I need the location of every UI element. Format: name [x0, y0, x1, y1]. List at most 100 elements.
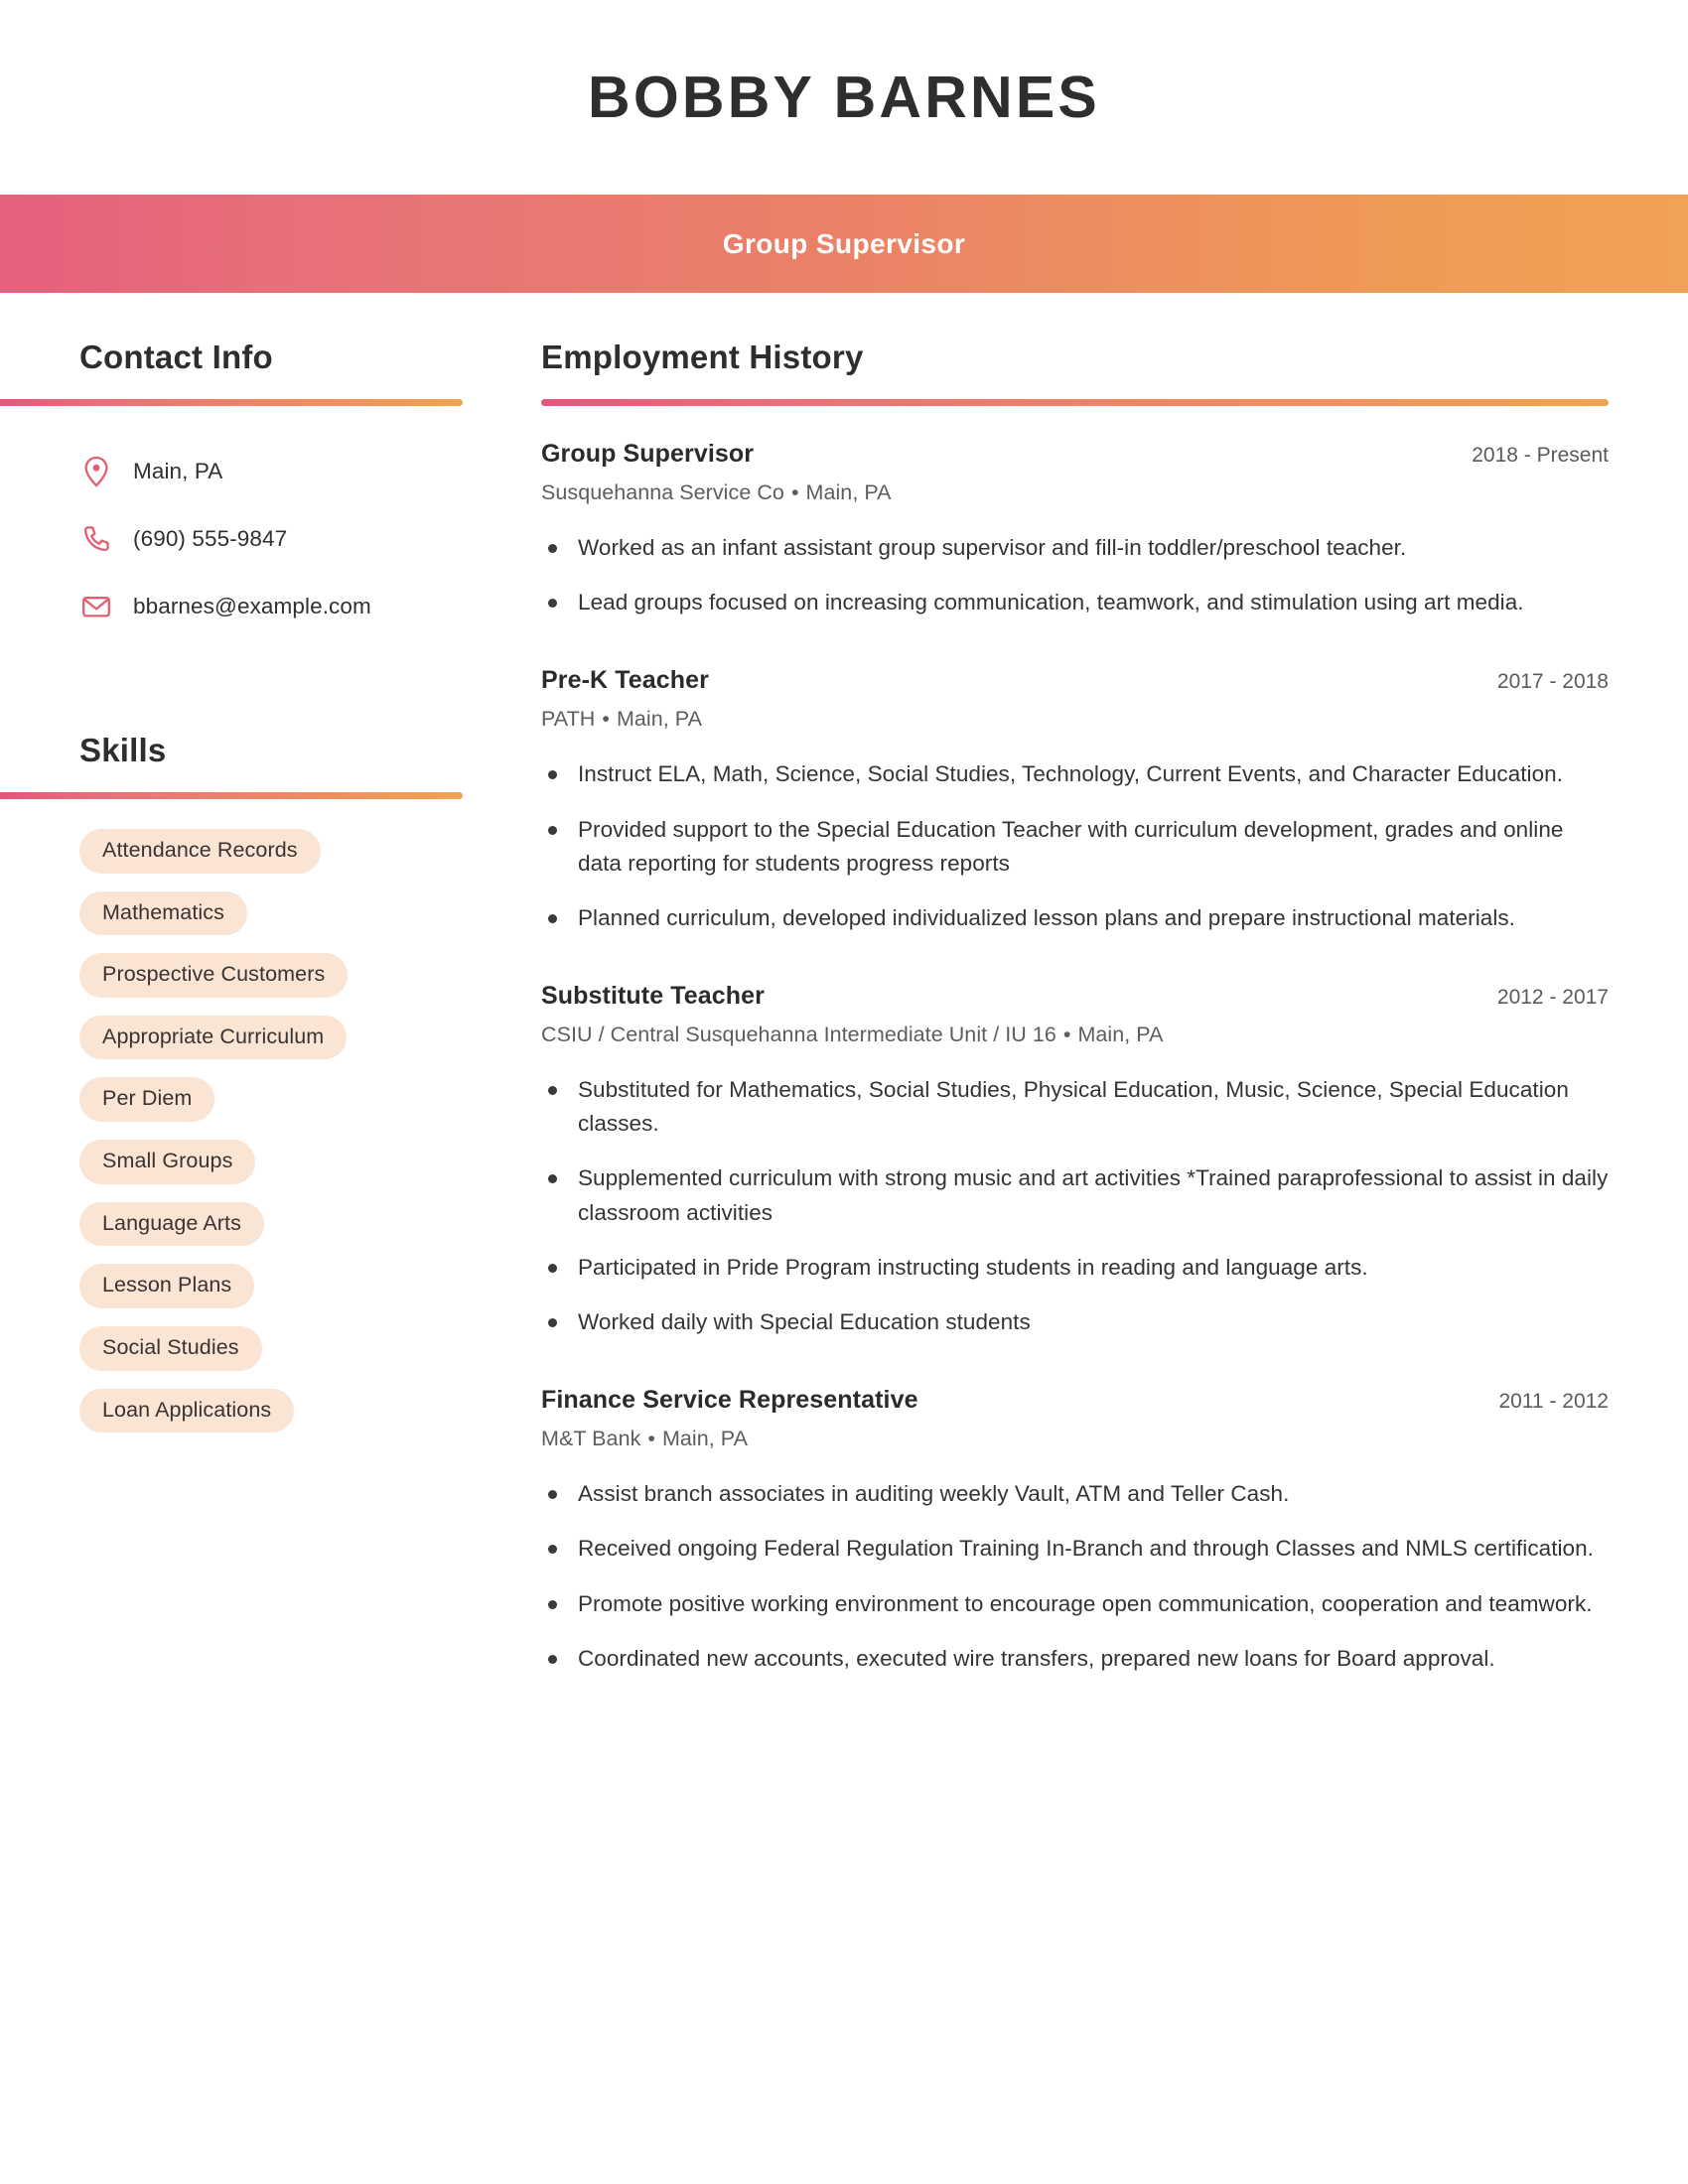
location-pin-icon: [79, 456, 113, 487]
job-location: Main, PA: [616, 707, 702, 732]
skill-chip[interactable]: Lesson Plans: [79, 1264, 255, 1308]
job-company-location: PATH • Main, PA: [541, 707, 1609, 732]
job-company-location: M&T Bank • Main, PA: [541, 1427, 1609, 1451]
job-header: Group Supervisor 2018 - Present: [541, 440, 1609, 469]
job-bullet: Received ongoing Federal Regulation Trai…: [541, 1532, 1609, 1566]
job-bullet: Worked daily with Special Education stud…: [541, 1305, 1609, 1339]
job-title: Group Supervisor: [541, 439, 755, 468]
contact-phone-text: (690) 555-9847: [133, 525, 288, 551]
job-bullets: Instruct ELA, Math, Science, Social Stud…: [541, 757, 1609, 935]
job-company-location: CSIU / Central Susquehanna Intermediate …: [541, 1023, 1609, 1047]
skill-row: Mathematics: [79, 890, 541, 954]
job-bullets: Worked as an infant assistant group supe…: [541, 531, 1609, 619]
job-location: Main, PA: [661, 1427, 748, 1451]
job-bullet: Lead groups focused on increasing commun…: [541, 586, 1609, 619]
job-bullet: Provided support to the Special Educatio…: [541, 813, 1609, 881]
page-title: BOBBY BARNES: [588, 64, 1100, 130]
phone-icon: [79, 524, 113, 554]
job-dates: 2018 - Present: [1472, 443, 1609, 467]
skill-row: Attendance Records: [79, 828, 541, 891]
job-company: CSIU / Central Susquehanna Intermediate …: [541, 1023, 1056, 1047]
skill-chip[interactable]: Social Studies: [79, 1326, 262, 1371]
job-company-location: Susquehanna Service Co • Main, PA: [541, 480, 1609, 505]
job-header: Pre-K Teacher 2017 - 2018: [541, 666, 1609, 695]
skill-chip[interactable]: Appropriate Curriculum: [79, 1015, 348, 1060]
job-dates: 2017 - 2018: [1496, 670, 1609, 694]
section-divider: [0, 791, 463, 799]
contact-item-phone[interactable]: (690) 555-9847: [79, 505, 541, 573]
skill-row: Small Groups: [79, 1140, 541, 1202]
job-bullet: Supplemented curriculum with strong musi…: [541, 1161, 1609, 1229]
contact-item-location[interactable]: Main, PA: [79, 438, 541, 505]
job-header: Finance Service Representative 2011 - 20…: [541, 1386, 1609, 1415]
bullet-separator-icon: •: [647, 1427, 655, 1451]
job-title: Pre-K Teacher: [541, 666, 709, 695]
job-location: Main, PA: [805, 479, 892, 504]
job-bullet: Substituted for Mathematics, Social Stud…: [541, 1073, 1609, 1141]
sidebar: Contact Info Main, PA (690) 555-9847 bba…: [0, 339, 541, 1450]
contact-email-text: bbarnes@example.com: [133, 593, 371, 618]
job-bullet: Instruct ELA, Math, Science, Social Stud…: [541, 757, 1609, 791]
skill-chip[interactable]: Small Groups: [79, 1140, 256, 1184]
employment-history-heading: Employment History: [541, 339, 864, 375]
resume-body: Contact Info Main, PA (690) 555-9847 bba…: [0, 293, 1688, 1697]
section-divider: [0, 398, 463, 406]
skill-row: Language Arts: [79, 1201, 541, 1265]
skill-row: Lesson Plans: [79, 1264, 541, 1326]
job-bullet: Promote positive working environment to …: [541, 1587, 1609, 1621]
job-entry: Finance Service Representative 2011 - 20…: [541, 1386, 1609, 1676]
job-bullet: Coordinated new accounts, executed wire …: [541, 1642, 1609, 1676]
skill-chip[interactable]: Per Diem: [79, 1077, 215, 1123]
skill-chip[interactable]: Loan Applications: [79, 1388, 295, 1433]
main-content: Employment History Group Supervisor 2018…: [541, 339, 1688, 1697]
job-bullet: Planned curriculum, developed individual…: [541, 901, 1609, 935]
job-dates: 2012 - 2017: [1496, 986, 1609, 1010]
envelope-icon: [79, 595, 113, 618]
skill-chip[interactable]: Language Arts: [79, 1201, 264, 1247]
job-bullets: Assist branch associates in auditing wee…: [541, 1477, 1609, 1676]
job-bullets: Substituted for Mathematics, Social Stud…: [541, 1073, 1609, 1339]
job-dates: 2011 - 2012: [1498, 1390, 1609, 1414]
candidate-job-title: Group Supervisor: [722, 227, 966, 259]
header-title-band: Group Supervisor: [0, 195, 1688, 293]
job-title: Substitute Teacher: [541, 982, 765, 1011]
contact-list: Main, PA (690) 555-9847 bbarnes@example.…: [79, 438, 541, 640]
contact-item-email[interactable]: bbarnes@example.com: [79, 573, 541, 640]
job-bullet: Worked as an infant assistant group supe…: [541, 531, 1609, 565]
skill-chip[interactable]: Mathematics: [79, 890, 247, 936]
skill-row: Appropriate Curriculum: [79, 1015, 541, 1078]
job-company: PATH: [541, 707, 596, 732]
employment-list: Group Supervisor 2018 - Present Susqueha…: [541, 440, 1609, 1676]
skill-row: Prospective Customers: [79, 953, 541, 1016]
resume-page: BOBBY BARNES Group Supervisor Contact In…: [0, 0, 1688, 2184]
job-company: M&T Bank: [541, 1427, 641, 1451]
header-name-zone: BOBBY BARNES: [0, 0, 1688, 195]
job-entry: Substitute Teacher 2012 - 2017 CSIU / Ce…: [541, 982, 1609, 1339]
job-header: Substitute Teacher 2012 - 2017: [541, 982, 1609, 1011]
skill-row: Social Studies: [79, 1326, 541, 1389]
job-bullet: Participated in Pride Program instructin…: [541, 1251, 1609, 1285]
bullet-separator-icon: •: [790, 479, 799, 504]
job-location: Main, PA: [1077, 1023, 1164, 1047]
skill-chip[interactable]: Prospective Customers: [79, 953, 349, 998]
contact-location-text: Main, PA: [133, 458, 223, 483]
bullet-separator-icon: •: [1062, 1023, 1071, 1047]
skill-row: Loan Applications: [79, 1388, 541, 1451]
skills-list: Attendance Records Mathematics Prospecti…: [79, 828, 541, 1451]
skill-row: Per Diem: [79, 1077, 541, 1140]
job-entry: Group Supervisor 2018 - Present Susqueha…: [541, 440, 1609, 619]
section-divider: [541, 398, 1609, 406]
contact-info-heading: Contact Info: [79, 339, 273, 375]
job-company: Susquehanna Service Co: [541, 479, 784, 504]
job-entry: Pre-K Teacher 2017 - 2018 PATH • Main, PA …: [541, 666, 1609, 935]
job-bullet: Assist branch associates in auditing wee…: [541, 1477, 1609, 1511]
contact-info-section: Contact Info Main, PA (690) 555-9847 bba…: [0, 339, 541, 640]
bullet-separator-icon: •: [602, 707, 610, 732]
skill-chip[interactable]: Attendance Records: [79, 828, 321, 874]
skills-heading: Skills: [79, 731, 167, 768]
job-title: Finance Service Representative: [541, 1386, 918, 1415]
skills-section: Skills Attendance Records Mathematics Pr…: [0, 731, 541, 1451]
